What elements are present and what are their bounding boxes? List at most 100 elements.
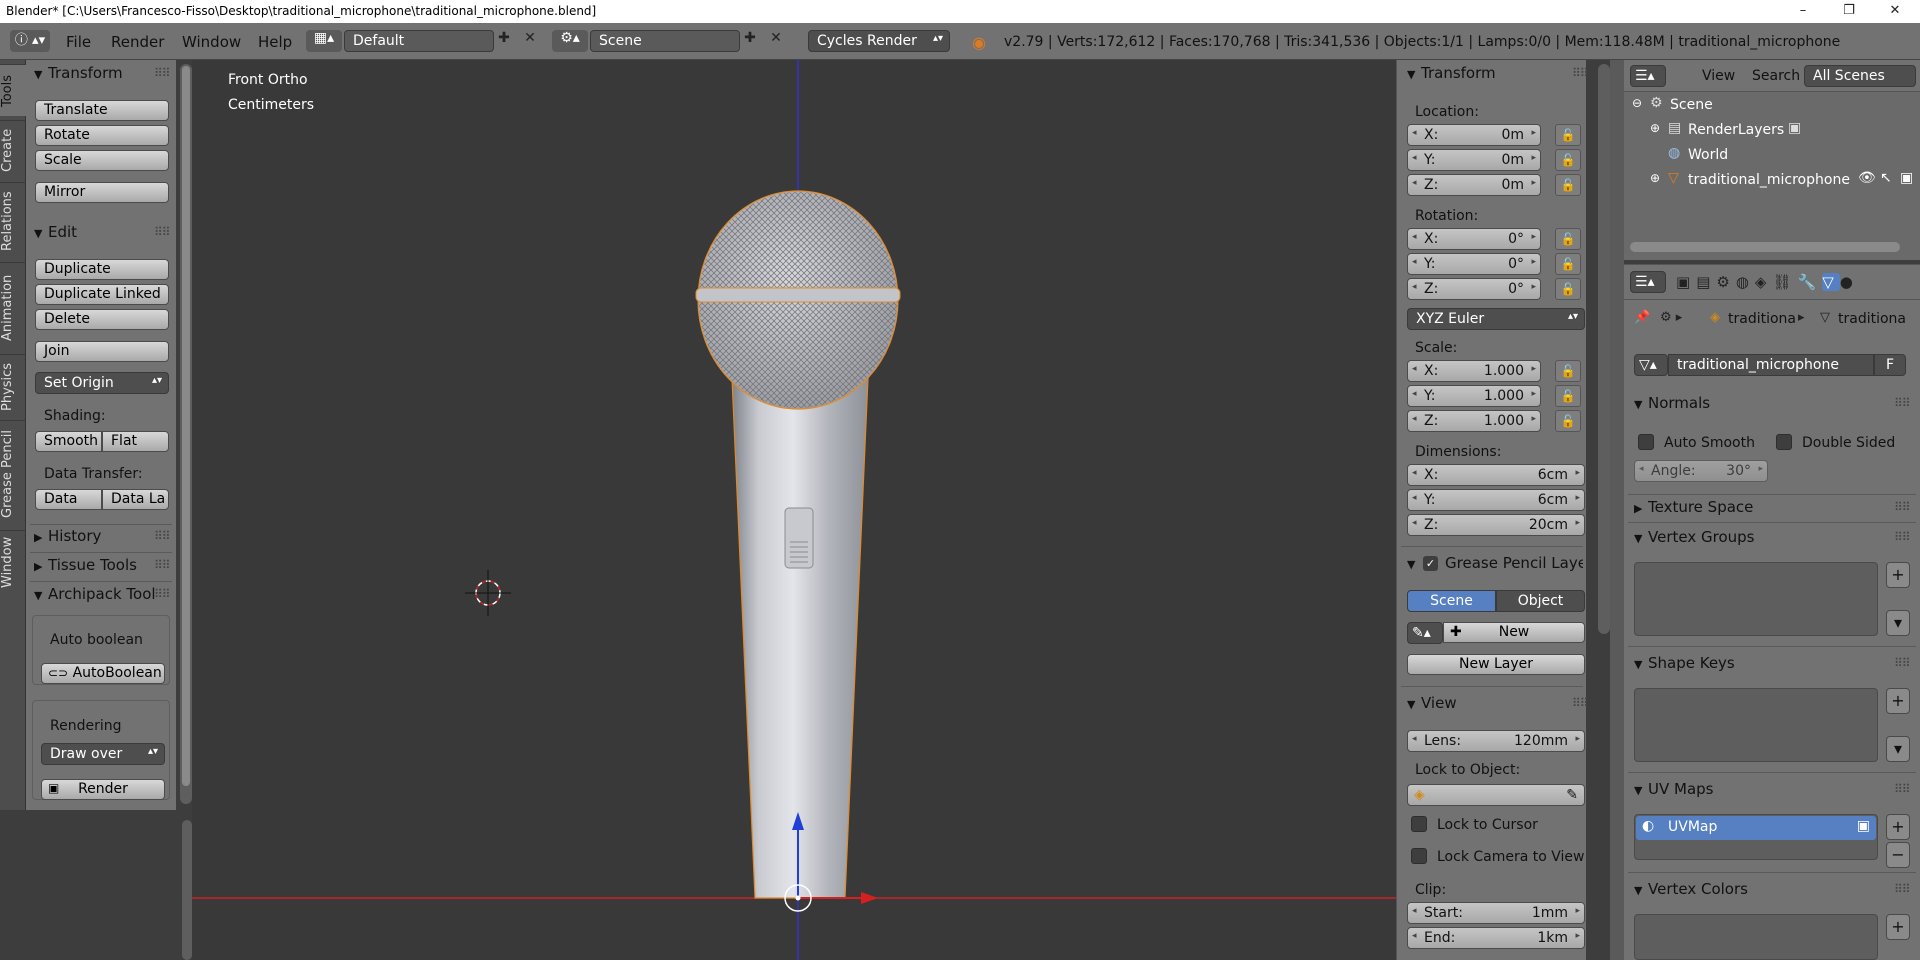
lens-field[interactable]: ◂ Lens: 120mm ▸	[1407, 730, 1585, 752]
data-transfer-button[interactable]: Data	[35, 489, 102, 510]
mesh-name-field[interactable]: traditional_microphone	[1668, 354, 1874, 376]
uv-maps-panel-header[interactable]: ▼ UV Maps	[1634, 780, 1713, 798]
minimize-button[interactable]: –	[1780, 0, 1826, 23]
view-panel-header[interactable]: ▼ View	[1407, 694, 1457, 712]
uv-map-item[interactable]: ◐ UVMap ▣	[1636, 816, 1876, 840]
duplicate-linked-button[interactable]: Duplicate Linked	[35, 284, 169, 305]
properties-context-tabs[interactable]: ▣▤⚙◍◈⛓🔧▽●	[1676, 273, 1859, 291]
lock-icon[interactable]: 🔓	[1555, 360, 1581, 382]
visibility-eye-icon[interactable]: 👁	[1858, 170, 1876, 186]
render-toggle-icon[interactable]: ▣	[1900, 170, 1913, 186]
scale-y-field[interactable]: ◂ Y: 1.000 ▸	[1407, 385, 1541, 407]
panel-grip-icon[interactable]: ⠿⠿	[154, 529, 171, 543]
menu-file[interactable]: File	[66, 33, 91, 51]
grease-pencil-enable-checkbox[interactable]: ✓	[1423, 556, 1438, 571]
outliner-search-menu[interactable]: Search	[1752, 68, 1800, 84]
lock-icon[interactable]: 🔓	[1555, 385, 1581, 407]
dimension-z-field[interactable]: ◂ Z: 20cm ▸	[1407, 514, 1585, 536]
location-z-field[interactable]: ◂ Z: 0m ▸	[1407, 174, 1541, 196]
vertex-group-menu-icon[interactable]: ▾	[1886, 610, 1910, 636]
location-y-field[interactable]: ◂ Y: 0m ▸	[1407, 149, 1541, 171]
tab-window[interactable]: Window	[0, 530, 26, 594]
editor-type-info-icon[interactable]: ⓘ ▴▾	[10, 30, 50, 52]
scene-icon[interactable]: ⚙▴	[552, 30, 588, 52]
vertex-colors-list[interactable]	[1634, 914, 1878, 960]
outliner-display-select[interactable]: All Scenes	[1804, 65, 1916, 87]
panel-grip-icon[interactable]: ⠿⠿	[154, 66, 171, 80]
tab-create[interactable]: Create	[0, 120, 26, 180]
render-engine-select[interactable]: Cycles Render ▴▾	[808, 30, 950, 52]
panel-grip-icon[interactable]: ⠿⠿	[1894, 396, 1911, 410]
tab-relations[interactable]: Relations	[0, 182, 26, 260]
maximize-button[interactable]: ❐	[1826, 0, 1872, 23]
rotation-z-field[interactable]: ◂ Z: 0° ▸	[1407, 278, 1541, 300]
auto-boolean-button[interactable]: ⊂⊃ AutoBoolean	[41, 663, 165, 684]
panel-grip-icon[interactable]: ⠿⠿	[1894, 500, 1911, 514]
lock-icon[interactable]: 🔓	[1555, 228, 1581, 250]
tab-grease-pencil[interactable]: Grease Pencil	[0, 420, 26, 528]
double-sided-checkbox[interactable]	[1776, 434, 1792, 450]
rotate-button[interactable]: Rotate	[35, 125, 169, 146]
transform-panel-header[interactable]: ▼ Transform	[1407, 64, 1496, 82]
outliner-row-object[interactable]: ⊕ ▽ traditional_microphone 👁 ↖ ▣	[1628, 169, 1918, 194]
scene-selector[interactable]: Scene	[590, 30, 740, 52]
join-button[interactable]: Join	[35, 341, 169, 362]
scale-button[interactable]: Scale	[35, 150, 169, 171]
tab-tools[interactable]: Tools	[0, 64, 26, 116]
grease-scene-toggle[interactable]: Scene	[1407, 590, 1496, 612]
delete-button[interactable]: Delete	[35, 309, 169, 330]
shape-keys-panel-header[interactable]: ▼ Shape Keys	[1634, 654, 1735, 672]
translate-button[interactable]: Translate	[35, 100, 169, 121]
panel-grip-icon[interactable]: ⠿⠿	[1572, 696, 1589, 710]
panel-grip-icon[interactable]: ⠿⠿	[154, 225, 171, 239]
grease-object-toggle[interactable]: Object	[1496, 590, 1585, 612]
new-grease-button[interactable]: ✚ New	[1443, 622, 1585, 643]
dimension-y-field[interactable]: ◂ Y: 6cm ▸	[1407, 489, 1585, 511]
add-vertex-group-icon[interactable]: +	[1886, 562, 1910, 588]
smooth-button[interactable]: Smooth	[35, 431, 102, 452]
rotation-mode-select[interactable]: XYZ Euler ▴▾	[1407, 308, 1585, 330]
vertex-colors-panel-header[interactable]: ▼ Vertex Colors	[1634, 880, 1748, 898]
expand-icon[interactable]: ⊕	[1650, 171, 1660, 185]
pencil-icon[interactable]: ✎▴	[1407, 622, 1443, 644]
lock-icon[interactable]: 🔓	[1555, 253, 1581, 275]
add-uv-map-icon[interactable]: +	[1886, 814, 1910, 840]
remove-layout-icon[interactable]: ✕	[521, 30, 539, 52]
outliner-row-world[interactable]: ◍ World	[1628, 144, 1918, 169]
lock-object-field[interactable]: ◈ ✎	[1407, 784, 1585, 806]
angle-field[interactable]: ◂ Angle: 30° ▸	[1634, 460, 1768, 482]
screen-layout-icon[interactable]: ▦▴	[306, 30, 342, 52]
clip-end-field[interactable]: ◂ End: 1km ▸	[1407, 927, 1585, 949]
eyedropper-icon[interactable]: ✎	[1566, 787, 1578, 803]
location-x-field[interactable]: ◂ X: 0m ▸	[1407, 124, 1541, 146]
lock-camera-checkbox[interactable]	[1411, 848, 1427, 864]
duplicate-button[interactable]: Duplicate	[35, 259, 169, 280]
add-shape-key-icon[interactable]: +	[1886, 688, 1910, 714]
menu-window[interactable]: Window	[182, 33, 241, 51]
rotation-y-field[interactable]: ◂ Y: 0° ▸	[1407, 253, 1541, 275]
collapse-icon[interactable]: ⊖	[1632, 96, 1642, 110]
scale-x-field[interactable]: ◂ X: 1.000 ▸	[1407, 360, 1541, 382]
add-vertex-color-icon[interactable]: +	[1886, 914, 1910, 940]
panel-grip-icon[interactable]: ⠿⠿	[1894, 656, 1911, 670]
data-layout-button[interactable]: Data La	[102, 489, 169, 510]
outliner-editor-icon[interactable]: ☰▴	[1630, 65, 1666, 87]
set-origin-select[interactable]: Set Origin ▴▾	[35, 372, 169, 394]
rotation-x-field[interactable]: ◂ X: 0° ▸	[1407, 228, 1541, 250]
fake-user-button[interactable]: F	[1874, 354, 1906, 376]
edit-panel-header[interactable]: ▼ Edit	[34, 223, 77, 241]
selectable-cursor-icon[interactable]: ↖	[1880, 170, 1892, 186]
texture-space-panel-header[interactable]: ▶ Texture Space	[1634, 498, 1753, 516]
auto-smooth-checkbox[interactable]	[1638, 434, 1654, 450]
panel-grip-icon[interactable]: ⠿⠿	[1894, 530, 1911, 544]
dimension-x-field[interactable]: ◂ X: 6cm ▸	[1407, 464, 1585, 486]
outliner-row-scene[interactable]: ⊖ ⚙ Scene	[1628, 94, 1918, 119]
vertex-groups-panel-header[interactable]: ▼ Vertex Groups	[1634, 528, 1754, 546]
toolshelf-scrollbar-thumb[interactable]	[182, 66, 190, 786]
draw-over-select[interactable]: Draw over ▴▾	[41, 743, 165, 765]
tab-animation[interactable]: Animation	[0, 262, 26, 352]
outliner-view-menu[interactable]: View	[1702, 68, 1735, 84]
toolshelf-lower-scrollbar[interactable]	[182, 820, 192, 960]
close-button[interactable]: ✕	[1872, 0, 1918, 23]
add-scene-icon[interactable]: ✚	[741, 30, 759, 52]
